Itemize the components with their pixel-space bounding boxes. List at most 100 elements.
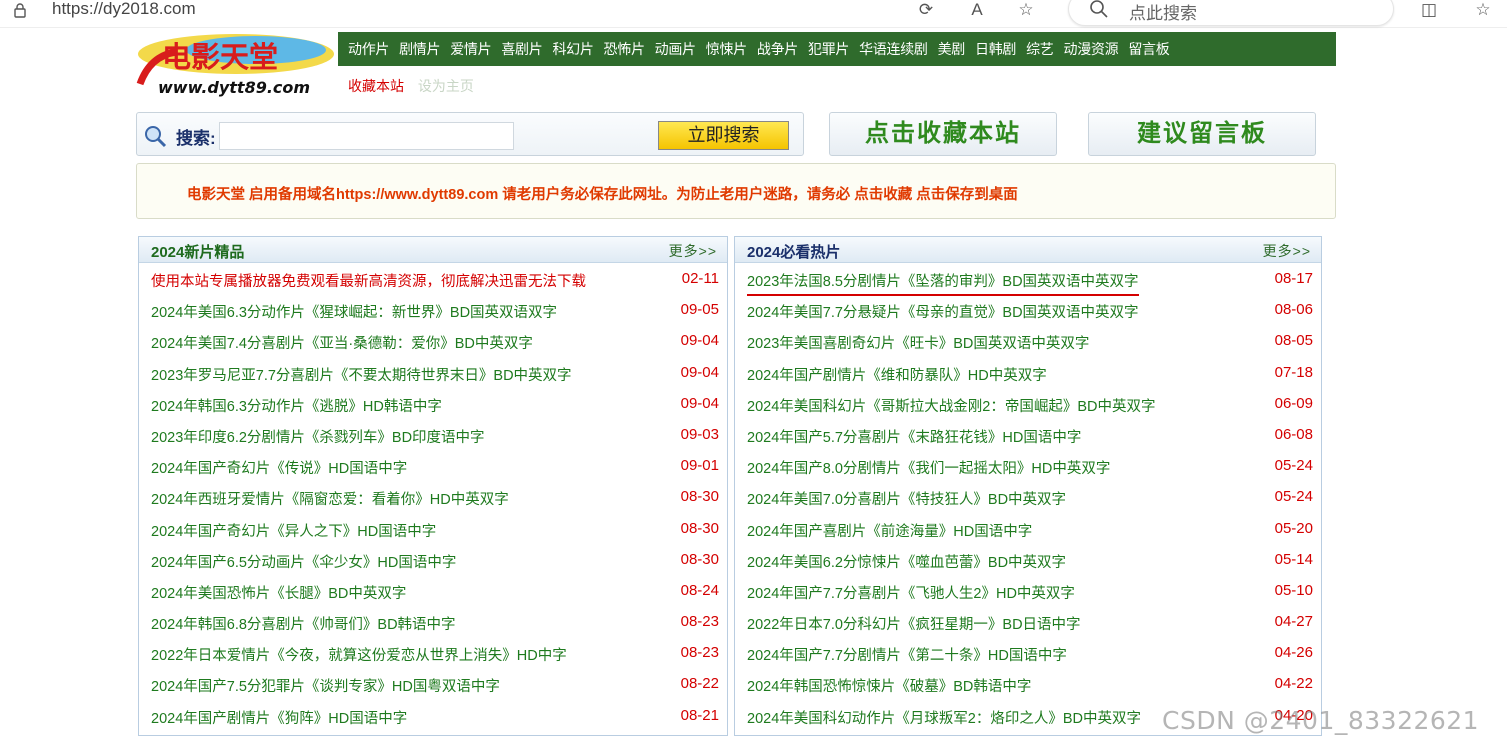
- nav-item[interactable]: 留言板: [1123, 32, 1174, 66]
- read-aloud-icon[interactable]: A: [966, 0, 988, 20]
- main-nav: 动作片 剧情片 爱情片 喜剧片 科幻片 恐怖片 动画片 惊悚片 战争片 犯罪片 华语连续剧 美剧 日韩剧…: [338, 32, 1336, 66]
- list-item: 2023年法国8.5分剧情片《坠落的审判》BD国英双语中英双字 08-17: [735, 263, 1321, 296]
- movie-link[interactable]: 2024年国产剧情片《狗阵》HD国语中字: [151, 707, 407, 728]
- movie-link[interactable]: 2024年国产8.0分剧情片《我们一起摇太阳》HD中英双字: [747, 457, 1110, 478]
- search-button[interactable]: 立即搜索: [658, 121, 789, 150]
- movie-link[interactable]: 2024年国产剧情片《维和防暴队》HD中英双字: [747, 364, 1047, 385]
- movie-link[interactable]: 2024年韩国恐怖惊悚片《破墓》BD韩语中字: [747, 675, 1031, 696]
- movie-link[interactable]: 2024年国产5.7分喜剧片《末路狂花钱》HD国语中字: [747, 426, 1081, 447]
- movie-link[interactable]: 2022年日本爱情片《今夜，就算这份爱恋从世界上消失》HD中字: [151, 644, 567, 665]
- nav-item[interactable]: 喜剧片: [496, 32, 547, 66]
- movie-date: 08-24: [680, 581, 719, 599]
- nav-item[interactable]: 动漫资源: [1059, 32, 1124, 66]
- movie-link[interactable]: 2023年美国喜剧奇幻片《旺卡》BD国英双语中英双字: [747, 332, 1089, 353]
- movie-link[interactable]: 2022年日本7.0分科幻片《疯狂星期一》BD日语中字: [747, 613, 1081, 634]
- feedback-button[interactable]: 建议留言板: [1088, 112, 1316, 156]
- movie-link[interactable]: 2024年国产奇幻片《传说》HD国语中字: [151, 457, 407, 478]
- nav-item[interactable]: 日韩剧: [970, 32, 1021, 66]
- logo-text: 电影天堂: [162, 40, 278, 74]
- movie-date: 05-24: [1274, 457, 1313, 475]
- list-item: 2024年国产喜剧片《前途海量》HD国语中字 05-20: [735, 513, 1321, 544]
- movie-date: 06-08: [1274, 425, 1313, 443]
- movie-link[interactable]: 2024年美国7.7分悬疑片《母亲的直觉》BD国英双语中英双字: [747, 301, 1139, 322]
- more-link[interactable]: 更多>>: [669, 241, 717, 261]
- nav-item[interactable]: 动画片: [650, 32, 701, 66]
- list-item: 2024年国产5.7分喜剧片《末路狂花钱》HD国语中字 06-08: [735, 419, 1321, 450]
- nav-item[interactable]: 犯罪片: [803, 32, 854, 66]
- movie-link[interactable]: 2024年国产7.7分剧情片《第二十条》HD国语中字: [747, 644, 1067, 665]
- nav-item[interactable]: 科幻片: [547, 32, 598, 66]
- list-item: 2024年国产7.7分喜剧片《飞驰人生2》HD中英双字 05-10: [735, 575, 1321, 606]
- movie-link[interactable]: 2024年国产7.7分喜剧片《飞驰人生2》HD中英双字: [747, 582, 1075, 603]
- nav-item[interactable]: 剧情片: [394, 32, 445, 66]
- sub-nav: 收藏本站 设为主页: [348, 76, 474, 96]
- movie-link[interactable]: 2024年韩国6.8分喜剧片《帅哥们》BD韩语中字: [151, 613, 456, 634]
- movie-link[interactable]: 2024年国产6.5分动画片《伞少女》HD国语中字: [151, 551, 456, 572]
- movie-link[interactable]: 2024年西班牙爱情片《隔窗恋爱：看着你》HD中英双字: [151, 488, 509, 509]
- browser-toolbar: https://dy2018.com ⟳ A ☆ 点此搜索 ◫ ☆: [0, 0, 1507, 28]
- movie-link[interactable]: 2023年罗马尼亚7.7分喜剧片《不要太期待世界末日》BD中英双字: [151, 364, 572, 385]
- list-item: 使用本站专属播放器免费观看最新高清资源，彻底解决迅雷无法下载 02-11: [139, 263, 727, 294]
- bookmark-button[interactable]: 点击收藏本站: [829, 112, 1057, 156]
- bookmark-site-link[interactable]: 收藏本站: [348, 78, 404, 94]
- movie-link[interactable]: 2023年印度6.2分剧情片《杀戮列车》BD印度语中字: [151, 426, 485, 447]
- nav-item[interactable]: 综艺: [1021, 32, 1058, 66]
- movie-link[interactable]: 2024年韩国6.3分动作片《逃脱》HD韩语中字: [151, 395, 442, 416]
- list-item: 2024年美国7.7分悬疑片《母亲的直觉》BD国英双语中英双字 08-06: [735, 294, 1321, 325]
- list-item: 2024年美国6.3分动作片《猩球崛起：新世界》BD国英双语双字 09-05: [139, 294, 727, 325]
- nav-item[interactable]: 惊悚片: [701, 32, 752, 66]
- search-input[interactable]: [219, 122, 514, 150]
- movie-link[interactable]: 2024年国产喜剧片《前途海量》HD国语中字: [747, 520, 1032, 541]
- list-item: 2024年美国恐怖片《长腿》BD中英双字 08-24: [139, 575, 727, 606]
- movie-date: 04-26: [1274, 644, 1313, 662]
- more-link[interactable]: 更多>>: [1263, 241, 1311, 261]
- page-info-icon[interactable]: [12, 2, 28, 18]
- movie-link[interactable]: 2024年美国科幻片《哥斯拉大战金刚2：帝国崛起》BD中英双字: [747, 395, 1155, 416]
- list-item: 2024年国产7.7分剧情片《第二十条》HD国语中字 04-26: [735, 637, 1321, 668]
- site-logo[interactable]: 电影天堂 www.dytt89.com: [136, 32, 338, 98]
- favorite-star-icon[interactable]: ☆: [1015, 0, 1037, 20]
- nav-item[interactable]: 动作片: [338, 32, 394, 66]
- movie-date: 08-23: [680, 644, 719, 662]
- movie-link[interactable]: 2024年美国6.3分动作片《猩球崛起：新世界》BD国英双语双字: [151, 301, 557, 322]
- refresh-icon[interactable]: ⟳: [915, 0, 937, 20]
- movie-link[interactable]: 2024年美国7.0分喜剧片《特技狂人》BD中英双字: [747, 488, 1066, 509]
- notice-banner: 电影天堂 启用备用域名https://www.dytt89.com 请老用户务必…: [136, 163, 1336, 219]
- panel-title: 2024必看热片: [747, 244, 841, 261]
- nav-item[interactable]: 恐怖片: [599, 32, 650, 66]
- movie-link[interactable]: 2024年国产7.5分犯罪片《谈判专家》HD国粤双语中字: [151, 675, 500, 696]
- notice-text[interactable]: 电影天堂 启用备用域名https://www.dytt89.com 请老用户务必…: [187, 183, 1018, 204]
- nav-item[interactable]: 战争片: [752, 32, 803, 66]
- magnifier-icon: [145, 126, 167, 148]
- list-item: 2024年韩国恐怖惊悚片《破墓》BD韩语中字 04-22: [735, 668, 1321, 699]
- list-item: 2024年美国科幻片《哥斯拉大战金刚2：帝国崛起》BD中英双字 06-09: [735, 388, 1321, 419]
- list-item: 2024年国产剧情片《狗阵》HD国语中字 08-21: [139, 700, 727, 731]
- panel-header: 2024必看热片 更多>>: [735, 237, 1321, 263]
- movie-link[interactable]: 2024年美国7.4分喜剧片《亚当·桑德勒：爱你》BD中英双字: [151, 332, 533, 353]
- favorites-icon[interactable]: ☆: [1472, 0, 1494, 20]
- movie-date: 05-20: [1274, 519, 1313, 537]
- movie-date: 04-27: [1274, 613, 1313, 631]
- movie-link[interactable]: 2024年美国科幻动作片《月球叛军2：烙印之人》BD中英双字: [747, 707, 1141, 728]
- watermark: CSDN @2401_83322621: [1162, 706, 1480, 735]
- browser-search-box[interactable]: 点此搜索: [1068, 0, 1394, 26]
- list-item: 2023年罗马尼亚7.7分喜剧片《不要太期待世界末日》BD中英双字 09-04: [139, 357, 727, 388]
- nav-item[interactable]: 爱情片: [445, 32, 496, 66]
- movie-link[interactable]: 2024年国产奇幻片《异人之下》HD国语中字: [151, 520, 436, 541]
- set-homepage-link[interactable]: 设为主页: [418, 78, 474, 94]
- movie-link[interactable]: 使用本站专属播放器免费观看最新高清资源，彻底解决迅雷无法下载: [151, 270, 586, 291]
- movie-link[interactable]: 2023年法国8.5分剧情片《坠落的审判》BD国英双语中英双字: [747, 270, 1139, 296]
- browser-search-placeholder: 点此搜索: [1129, 4, 1197, 23]
- movie-link[interactable]: 2024年美国恐怖片《长腿》BD中英双字: [151, 582, 406, 603]
- list-item: 2024年国产7.5分犯罪片《谈判专家》HD国粤双语中字 08-22: [139, 668, 727, 699]
- address-bar[interactable]: https://dy2018.com: [52, 0, 196, 19]
- list-item: 2024年西班牙爱情片《隔窗恋爱：看着你》HD中英双字 08-30: [139, 481, 727, 512]
- movie-date: 08-21: [680, 706, 719, 724]
- movie-date: 08-30: [680, 550, 719, 568]
- nav-item[interactable]: 华语连续剧: [854, 32, 933, 66]
- movie-link[interactable]: 2024年美国6.2分惊悚片《噬血芭蕾》BD中英双字: [747, 551, 1066, 572]
- split-screen-icon[interactable]: ◫: [1418, 0, 1440, 20]
- movie-date: 09-04: [680, 332, 719, 350]
- panel-header: 2024新片精品 更多>>: [139, 237, 727, 263]
- nav-item[interactable]: 美剧: [933, 32, 970, 66]
